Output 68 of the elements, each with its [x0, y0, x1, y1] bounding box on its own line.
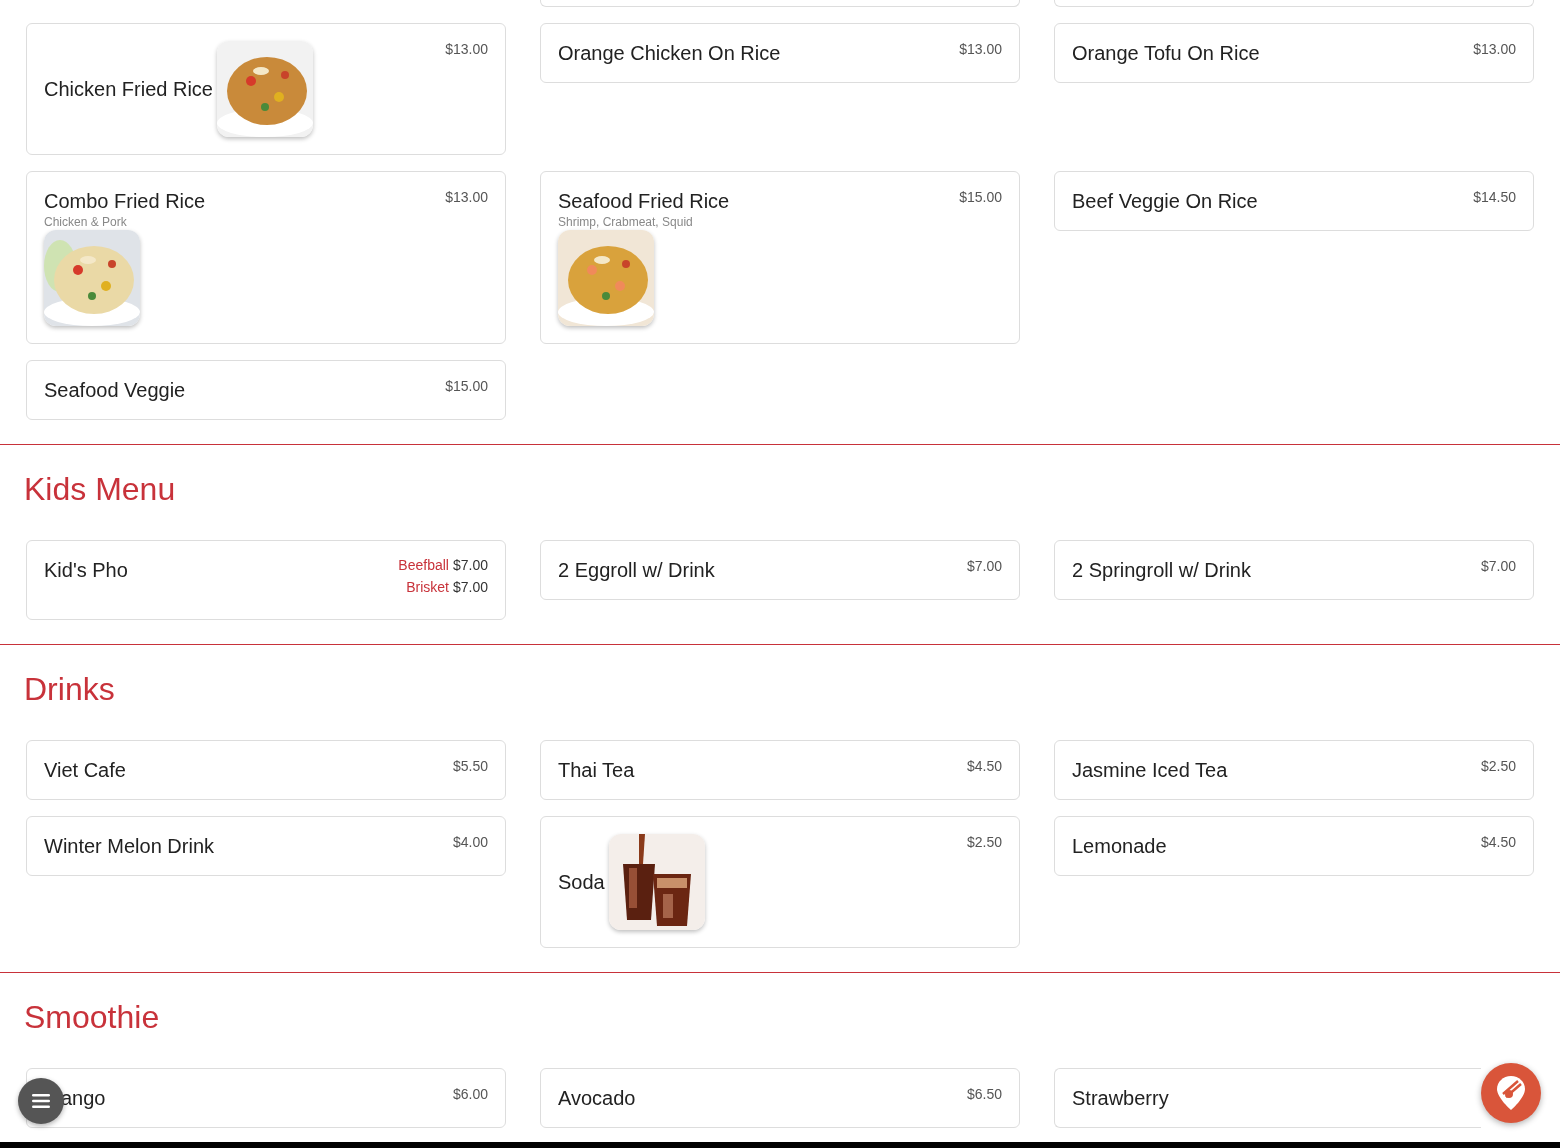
item-price: $6.50 — [966, 1085, 1002, 1103]
item-name: Soda — [558, 870, 605, 894]
section-title: Drinks — [24, 670, 116, 709]
item-price: $2.50 — [1480, 757, 1516, 775]
item-name: Viet Cafe — [44, 758, 126, 782]
option-label: Beefball — [398, 557, 449, 573]
menu-item-card[interactable]: Seafood Fried Rice Shrimp, Crabmeat, Squid $15.00 — [540, 171, 1020, 344]
menu-item-card[interactable]: Jasmine Iced Tea $2.50 — [1054, 740, 1534, 800]
item-name: Combo Fried Rice — [44, 189, 206, 213]
menu-item-card[interactable]: 2 Springroll w/ Drink $7.00 — [1054, 540, 1534, 600]
section-title: Kids Menu — [24, 470, 177, 509]
item-price: $7.00 — [966, 557, 1002, 575]
item-price: $13.00 — [445, 188, 488, 206]
menu-item-card[interactable]: Orange Chicken On Rice $13.00 — [540, 23, 1020, 83]
item-price: $7.00 — [1480, 557, 1516, 575]
item-price: $2.50 — [966, 833, 1002, 851]
item-price: $15.00 — [959, 188, 1002, 206]
item-name: Strawberry — [1072, 1086, 1169, 1110]
option-price: $7.00 — [452, 579, 488, 595]
item-name: Thai Tea — [558, 758, 635, 782]
menu-item-card[interactable]: Winter Melon Drink $4.00 — [26, 816, 506, 876]
item-name: Jasmine Iced Tea — [1072, 758, 1228, 782]
item-name: 2 Springroll w/ Drink — [1072, 558, 1251, 582]
menu-item-card[interactable]: Kid's Pho Beefball $7.00 Brisket $7.00 — [26, 540, 506, 620]
location-pin-icon — [1494, 1074, 1528, 1112]
item-price: $5.50 — [452, 757, 488, 775]
item-price: $13.00 — [1473, 40, 1516, 58]
menu-item-card[interactable]: Chicken Fried Rice $13.00 — [26, 23, 506, 155]
menu-item-card[interactable]: Thai Tea $4.50 — [540, 740, 1020, 800]
menu-item-card[interactable]: Seafood Veggie $15.00 — [26, 360, 506, 420]
item-name: 2 Eggroll w/ Drink — [558, 558, 715, 582]
item-price: $13.00 — [445, 40, 488, 58]
menu-item-card[interactable]: Combo Fried Rice Chicken & Pork $13.00 — [26, 171, 506, 344]
item-price: $13.00 — [959, 40, 1002, 58]
order-button[interactable] — [1481, 1063, 1541, 1123]
menu-item-card[interactable]: ango $6.00 — [26, 1068, 506, 1128]
option-price: $7.00 — [452, 557, 488, 573]
menu-item-card[interactable]: Soda $2.50 — [540, 816, 1020, 948]
option-label: Brisket — [406, 579, 449, 595]
item-price: $4.00 — [452, 833, 488, 851]
item-name: Chicken Fried Rice — [44, 77, 213, 101]
item-name: Orange Chicken On Rice — [558, 41, 781, 65]
item-price: $4.50 — [1480, 833, 1516, 851]
menu-item-card[interactable]: 2 Eggroll w/ Drink $7.00 — [540, 540, 1020, 600]
section-title: Smoothie — [24, 998, 161, 1037]
menu-item-card[interactable]: Avocado $6.50 — [540, 1068, 1020, 1128]
menu-item-card[interactable]: Orange Tofu On Rice $13.00 — [1054, 23, 1534, 83]
item-price: $6.00 — [452, 1085, 488, 1103]
menu-item-card[interactable]: Lemonade $4.50 — [1054, 816, 1534, 876]
item-name: ango — [60, 1086, 106, 1110]
item-name: Winter Melon Drink — [44, 834, 215, 858]
menu-icon — [31, 1092, 51, 1110]
item-price: $4.50 — [966, 757, 1002, 775]
menu-button[interactable] — [18, 1078, 64, 1124]
menu-item-card[interactable]: Strawberry — [1054, 1068, 1481, 1128]
item-description: Shrimp, Crabmeat, Squid — [558, 214, 694, 230]
item-name: Beef Veggie On Rice — [1072, 189, 1258, 213]
item-description: Chicken & Pork — [44, 214, 128, 230]
item-name: Seafood Fried Rice — [558, 189, 730, 213]
item-price: $14.50 — [1473, 188, 1516, 206]
item-name: Kid's Pho — [44, 558, 128, 582]
item-name: Avocado — [558, 1086, 636, 1110]
item-name: Seafood Veggie — [44, 378, 186, 402]
item-name: Orange Tofu On Rice — [1072, 41, 1260, 65]
menu-item-card[interactable]: Viet Cafe $5.50 — [26, 740, 506, 800]
item-price: $15.00 — [445, 377, 488, 395]
item-name: Lemonade — [1072, 834, 1167, 858]
menu-item-card[interactable]: Beef Veggie On Rice $14.50 — [1054, 171, 1534, 231]
